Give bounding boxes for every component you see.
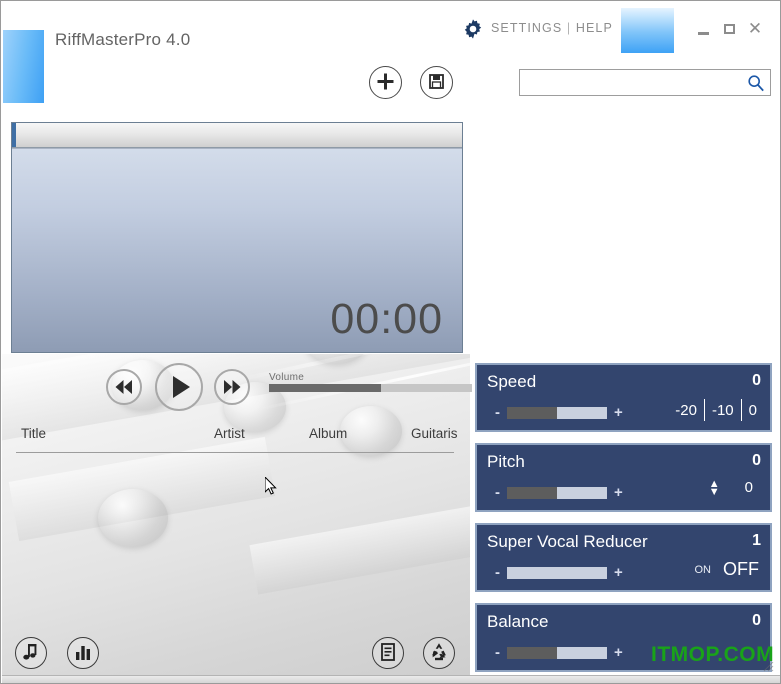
minimize-button[interactable] — [693, 19, 713, 39]
super-vocal-reducer-panel: Super Vocal Reducer 1 - + ON OFF — [475, 523, 772, 592]
pitch-increase-button[interactable]: + — [614, 485, 623, 500]
pitch-number[interactable]: 0 — [734, 479, 764, 496]
resize-grip[interactable] — [762, 659, 774, 672]
settings-help-separator: | — [566, 21, 572, 35]
balance-slider[interactable] — [507, 647, 607, 659]
app-title: RiffMasterPro 4.0 — [55, 30, 191, 49]
play-button[interactable] — [155, 363, 203, 411]
speed-increase-button[interactable]: + — [614, 405, 623, 420]
speed-preset-zero[interactable]: 0 — [742, 402, 764, 419]
pitch-decrease-button[interactable]: - — [495, 485, 500, 500]
header-accent-block — [621, 8, 674, 53]
speed-panel: Speed 0 - + -20 -10 0 — [475, 363, 772, 432]
maximize-button[interactable] — [719, 19, 739, 39]
volume-slider-fill — [269, 384, 381, 392]
add-button[interactable] — [369, 66, 402, 99]
balance-decrease-button[interactable]: - — [495, 645, 500, 660]
svr-panel-value: 1 — [752, 532, 761, 549]
balance-panel-title: Balance — [487, 612, 549, 631]
track-list-divider — [16, 452, 454, 453]
svr-increase-button[interactable]: + — [614, 565, 623, 580]
svr-off-button[interactable]: OFF — [718, 559, 764, 580]
column-header-guitarist[interactable]: Guitaris — [411, 426, 458, 441]
svr-toggle-group: ON OFF — [688, 559, 765, 580]
search-icon[interactable] — [747, 74, 765, 92]
title-bar: RiffMasterPro 4.0 SETTINGS | HELP ✕ — [1, 1, 780, 113]
speed-preset-minus20[interactable]: -20 — [668, 402, 704, 419]
svr-slider[interactable] — [507, 567, 607, 579]
speed-preset-minus10[interactable]: -10 — [705, 402, 741, 419]
track-list-header: Title Artist Album Guitaris — [1, 426, 470, 452]
speed-panel-title: Speed — [487, 372, 537, 391]
equalizer-icon[interactable] — [67, 637, 99, 669]
svr-panel-title: Super Vocal Reducer — [487, 532, 648, 551]
music-note-icon[interactable] — [15, 637, 47, 669]
volume-label: Volume — [269, 372, 305, 383]
brand-accent-block — [3, 30, 44, 103]
column-header-album[interactable]: Album — [309, 426, 347, 441]
recycle-icon[interactable] — [423, 637, 455, 669]
gear-icon[interactable] — [462, 18, 484, 40]
status-bar — [2, 675, 780, 683]
pitch-slider[interactable] — [507, 487, 607, 499]
previous-button[interactable] — [106, 369, 142, 405]
pitch-spinner[interactable]: ▲ ▼ — [695, 478, 734, 497]
svr-on-button[interactable]: ON — [688, 564, 719, 576]
search-input[interactable] — [525, 70, 740, 95]
pitch-panel-title: Pitch — [487, 452, 525, 471]
volume-slider[interactable] — [269, 384, 472, 392]
video-display-panel: 00:00 — [11, 122, 463, 353]
speed-panel-value: 0 — [752, 372, 761, 389]
settings-help-group: SETTINGS | HELP — [491, 21, 613, 35]
settings-link[interactable]: SETTINGS — [491, 21, 562, 35]
next-button[interactable] — [214, 369, 250, 405]
riffmasterpro-window: RiffMasterPro 4.0 SETTINGS | HELP ✕ 00:0… — [0, 0, 781, 684]
speed-decrease-button[interactable]: - — [495, 405, 500, 420]
pitch-panel-value: 0 — [752, 452, 761, 469]
pitch-slider-fill — [507, 487, 557, 499]
column-header-title[interactable]: Title — [21, 426, 46, 441]
notes-icon[interactable] — [372, 637, 404, 669]
speed-slider-fill — [507, 407, 557, 419]
playback-scrubber[interactable] — [12, 123, 462, 148]
speed-preset-group: -20 -10 0 — [668, 399, 764, 421]
svr-decrease-button[interactable]: - — [495, 565, 500, 580]
pitch-spinner-group: ▲ ▼ 0 — [695, 478, 764, 497]
scrubber-handle[interactable] — [12, 123, 16, 147]
pitch-spinner-down[interactable]: ▼ — [709, 486, 720, 497]
balance-increase-button[interactable]: + — [614, 645, 623, 660]
balance-slider-fill — [507, 647, 557, 659]
close-button[interactable]: ✕ — [745, 19, 765, 39]
display-surface: 00:00 — [12, 149, 462, 352]
search-box[interactable] — [519, 69, 771, 96]
column-header-artist[interactable]: Artist — [214, 426, 245, 441]
balance-panel: Balance 0 - + — [475, 603, 772, 672]
pitch-panel: Pitch 0 - + ▲ ▼ 0 — [475, 443, 772, 512]
time-display: 00:00 — [330, 295, 443, 343]
help-link[interactable]: HELP — [576, 21, 613, 35]
balance-panel-value: 0 — [752, 612, 761, 629]
speed-slider[interactable] — [507, 407, 607, 419]
save-button[interactable] — [420, 66, 453, 99]
